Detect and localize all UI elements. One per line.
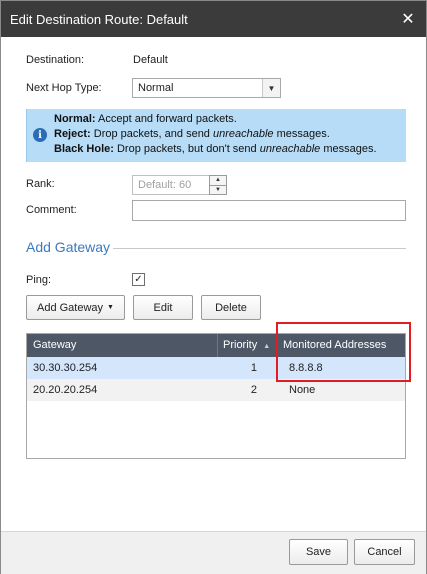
delete-button-label: Delete <box>215 301 247 314</box>
info-icon: i <box>33 128 47 142</box>
cancel-button-label: Cancel <box>367 546 402 558</box>
chevron-down-icon[interactable]: ▼ <box>262 79 280 97</box>
info-line-reject: Reject: Drop packets, and send unreachab… <box>54 128 330 140</box>
rank-spinner[interactable]: Default: 60 ▲ ▼ <box>132 175 227 195</box>
table-row[interactable]: 30.30.30.254 1 8.8.8.8 <box>27 357 405 379</box>
check-icon: ✓ <box>134 273 143 285</box>
delete-button[interactable]: Delete <box>201 295 261 320</box>
next-hop-info-box: i Normal: Accept and forward packets. Re… <box>26 109 406 162</box>
info-blackhole-term: Black Hole: <box>54 143 114 155</box>
info-line-blackhole: Black Hole: Drop packets, but don't send… <box>54 143 377 155</box>
info-line-normal: Normal: Accept and forward packets. <box>54 113 237 125</box>
cell-gateway: 30.30.30.254 <box>33 362 98 374</box>
column-header-priority-label: Priority <box>223 339 258 351</box>
dialog-title: Edit Destination Route: Default <box>10 11 188 27</box>
info-blackhole-em: unreachable <box>259 143 321 155</box>
sort-ascending-icon: ▲ <box>263 343 271 350</box>
next-hop-type-label: Next Hop Type: <box>26 82 102 94</box>
info-reject-desc-1: Drop packets, and send <box>90 128 213 140</box>
cancel-button[interactable]: Cancel <box>354 539 415 565</box>
next-hop-type-select[interactable]: Normal ▼ <box>132 78 281 98</box>
cell-priority: 2 <box>250 384 257 396</box>
close-icon[interactable]: ✕ <box>398 9 418 29</box>
cell-priority: 1 <box>250 362 257 374</box>
column-header-monitored-addresses[interactable]: Monitored Addresses <box>277 334 405 357</box>
save-button[interactable]: Save <box>289 539 348 565</box>
add-gateway-button-label: Add Gateway <box>37 301 104 314</box>
destination-label: Destination: <box>26 54 85 66</box>
edit-button[interactable]: Edit <box>133 295 193 320</box>
add-gateway-section-title: Add Gateway <box>26 239 111 255</box>
table-header: Gateway Priority ▲ Monitored Addresses <box>27 334 405 357</box>
comment-label: Comment: <box>26 204 77 216</box>
info-blackhole-desc-2: messages. <box>320 143 377 155</box>
info-blackhole-desc-1: Drop packets, but don't send <box>113 143 260 155</box>
comment-field[interactable] <box>132 200 406 221</box>
column-header-gateway[interactable]: Gateway <box>27 334 217 357</box>
add-gateway-button[interactable]: Add Gateway ▼ <box>26 295 125 320</box>
cell-monitored-addresses: 8.8.8.8 <box>289 362 323 374</box>
ping-label: Ping: <box>26 274 52 286</box>
column-header-priority[interactable]: Priority ▲ <box>217 334 277 357</box>
table-row[interactable]: 20.20.20.254 2 None <box>27 379 405 401</box>
cell-monitored-addresses: None <box>289 384 316 396</box>
form-panel: Destination: Default Next Hop Type: Norm… <box>12 37 417 531</box>
dialog-titlebar: Edit Destination Route: Default ✕ <box>1 1 426 37</box>
info-reject-em: unreachable <box>212 128 274 140</box>
caret-down-icon: ▼ <box>107 304 114 311</box>
info-reject-term: Reject: <box>54 128 91 140</box>
info-normal-term: Normal: <box>54 113 96 125</box>
destination-value: Default <box>133 54 168 66</box>
cell-gateway: 20.20.20.254 <box>33 384 98 396</box>
save-button-label: Save <box>305 546 332 558</box>
ping-checkbox[interactable]: ✓ <box>132 273 145 286</box>
gateway-table: Gateway Priority ▲ Monitored Addresses 30… <box>26 333 406 459</box>
edit-destination-route-dialog: Edit Destination Route: Default ✕ Destin… <box>0 0 427 574</box>
dialog-body: Destination: Default Next Hop Type: Norm… <box>12 37 417 531</box>
spinner-down-icon[interactable]: ▼ <box>209 184 227 195</box>
dialog-footer: Save Cancel <box>1 531 426 574</box>
info-normal-desc: Accept and forward packets. <box>95 113 237 125</box>
info-reject-desc-2: messages. <box>273 128 330 140</box>
section-divider <box>113 248 406 249</box>
rank-spinner-buttons: ▲ ▼ <box>209 175 227 195</box>
next-hop-type-value: Normal <box>138 82 174 94</box>
rank-label: Rank: <box>26 178 55 190</box>
edit-button-label: Edit <box>153 301 173 314</box>
rank-input[interactable]: Default: 60 <box>132 175 210 195</box>
